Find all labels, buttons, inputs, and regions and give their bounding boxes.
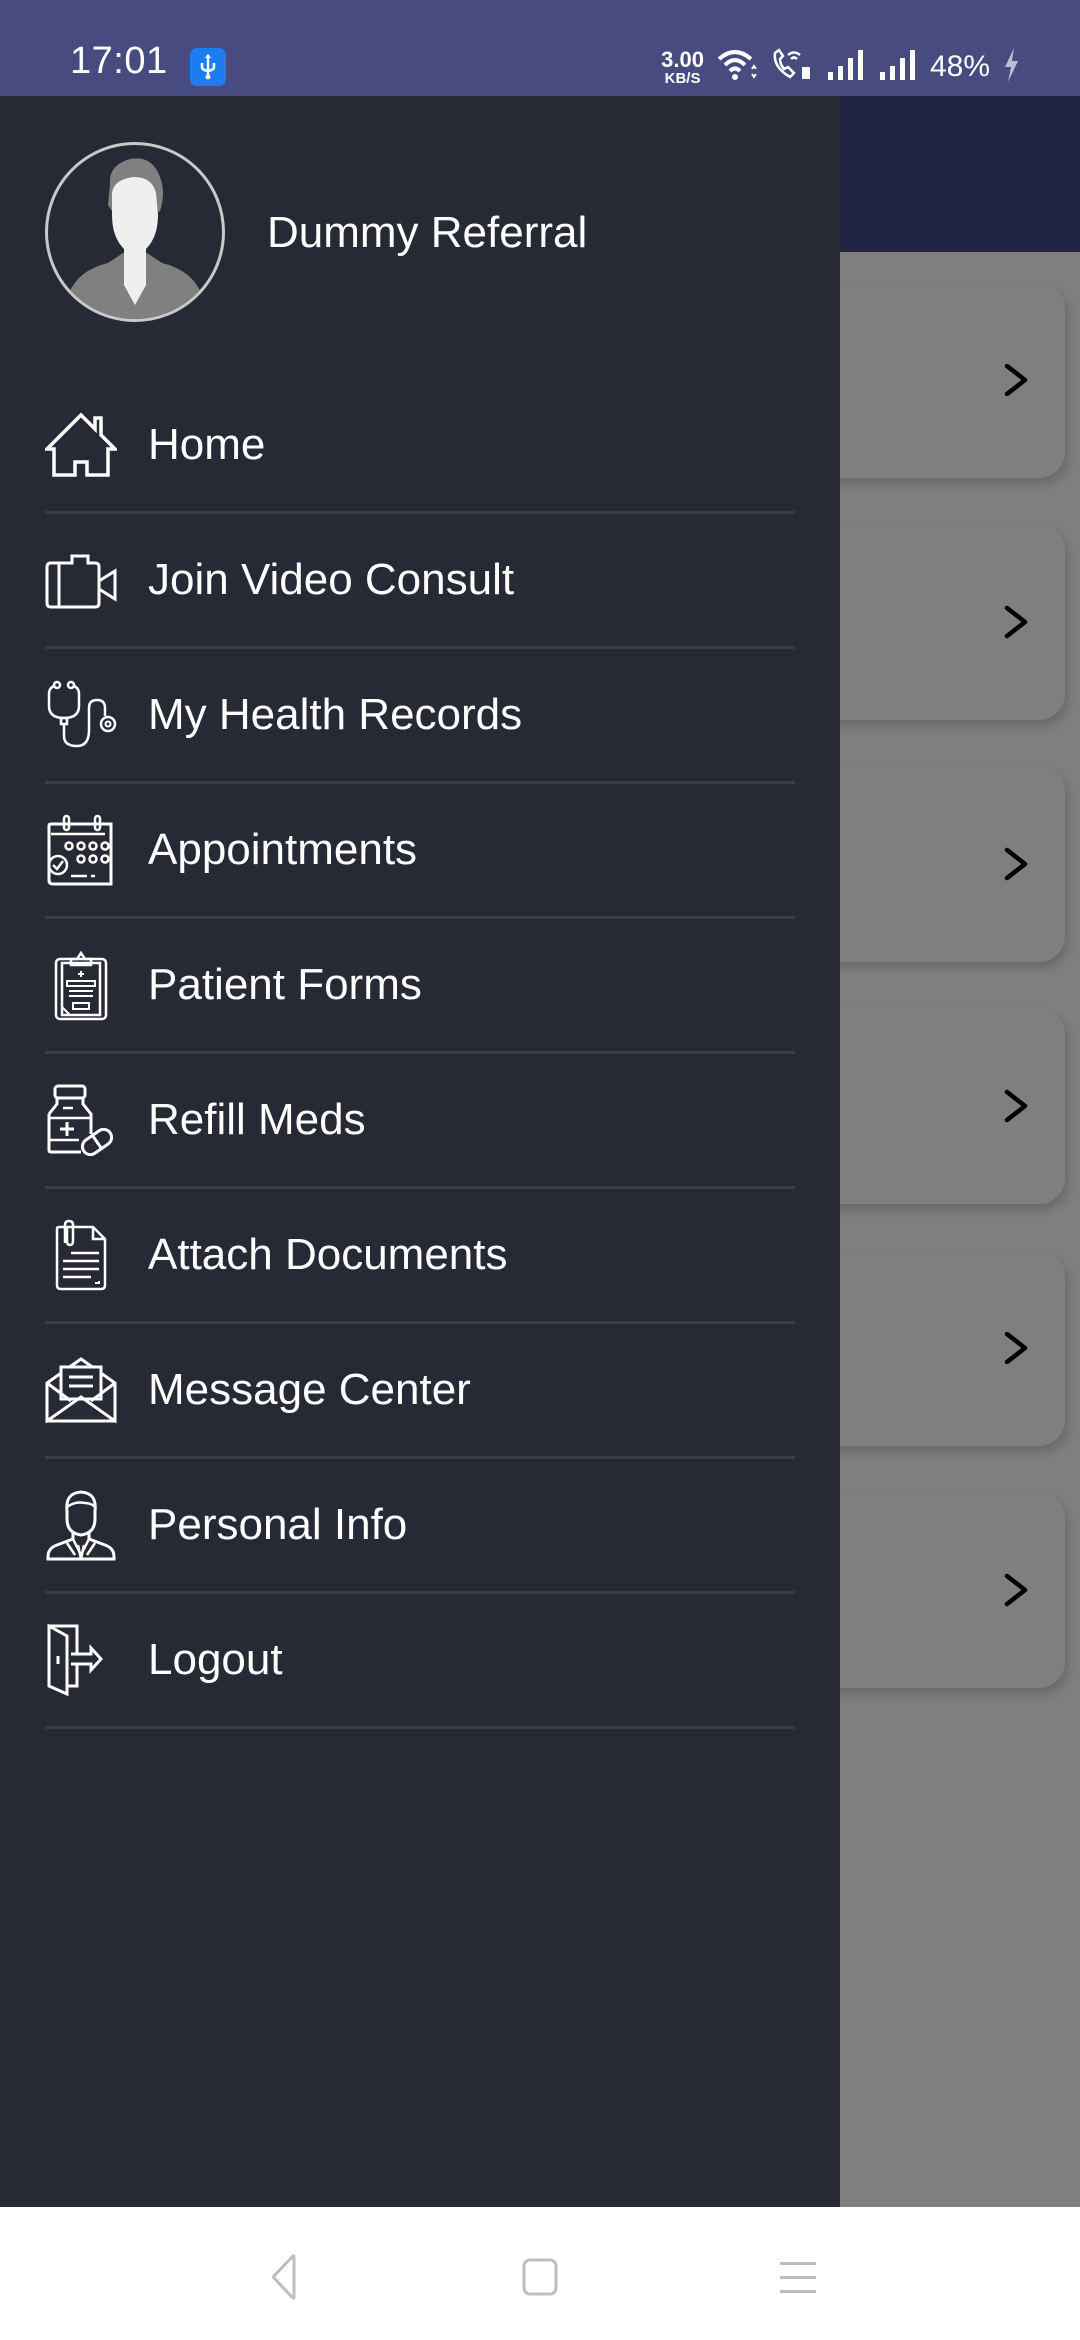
chevron-right-icon — [1004, 605, 1028, 639]
usb-icon — [190, 48, 226, 86]
menu-item-refill-meds[interactable]: Refill Meds — [45, 1054, 795, 1189]
back-triangle-icon — [272, 2254, 296, 2300]
home-icon — [45, 409, 117, 481]
chevron-right-icon — [1004, 847, 1028, 881]
menu-item-join-video-consult[interactable]: Join Video Consult — [45, 514, 795, 649]
logout-door-icon — [45, 1624, 117, 1696]
clipboard-icon — [45, 949, 117, 1021]
menu-item-appointments[interactable]: Appointments — [45, 784, 795, 919]
avatar[interactable] — [45, 142, 225, 322]
drawer-menu: Home Join Video Consult My Health Record… — [45, 379, 795, 1729]
video-camera-icon — [45, 544, 117, 616]
menu-item-patient-forms[interactable]: Patient Forms — [45, 919, 795, 1054]
network-speed: 3.00 KB/S — [661, 46, 704, 87]
calendar-check-icon — [45, 814, 117, 886]
charging-icon — [1002, 47, 1020, 88]
nav-recents-button[interactable] — [768, 2247, 828, 2307]
menu-item-message-center[interactable]: Message Center — [45, 1324, 795, 1459]
background-app-header — [840, 96, 1080, 252]
user-name: Dummy Referral — [267, 208, 588, 257]
menu-item-my-health-records[interactable]: My Health Records — [45, 649, 795, 784]
system-nav-bar — [0, 2207, 1080, 2340]
home-square-icon — [522, 2258, 558, 2296]
person-icon — [45, 1489, 117, 1561]
status-time: 17:01 — [70, 40, 168, 82]
attached-document-icon — [45, 1219, 117, 1291]
wifi-calling-icon — [770, 47, 814, 88]
menu-item-attach-documents[interactable]: Attach Documents — [45, 1189, 795, 1324]
chevron-right-icon — [1004, 1331, 1028, 1365]
medicine-bottle-icon — [45, 1084, 117, 1156]
signal-icon — [826, 48, 866, 87]
chevron-right-icon — [1004, 363, 1028, 397]
nav-back-button[interactable] — [254, 2247, 314, 2307]
chevron-right-icon — [1004, 1089, 1028, 1123]
battery-level: 48% — [929, 50, 990, 83]
stethoscope-icon — [45, 679, 117, 751]
default-avatar-icon — [68, 158, 202, 319]
menu-lines-icon — [780, 2262, 816, 2293]
signal-icon — [878, 48, 918, 87]
wifi-icon — [716, 47, 758, 88]
menu-item-home[interactable]: Home — [45, 379, 795, 514]
navigation-drawer: Dummy Referral Home Join Video Consult M… — [0, 96, 840, 2207]
open-envelope-icon — [45, 1354, 117, 1426]
chevron-right-icon — [1004, 1573, 1028, 1607]
menu-item-logout[interactable]: Logout — [45, 1594, 795, 1729]
nav-home-button[interactable] — [510, 2247, 570, 2307]
status-bar: 17:01 3.00 KB/S 48% — [0, 0, 1080, 96]
menu-item-personal-info[interactable]: Personal Info — [45, 1459, 795, 1594]
